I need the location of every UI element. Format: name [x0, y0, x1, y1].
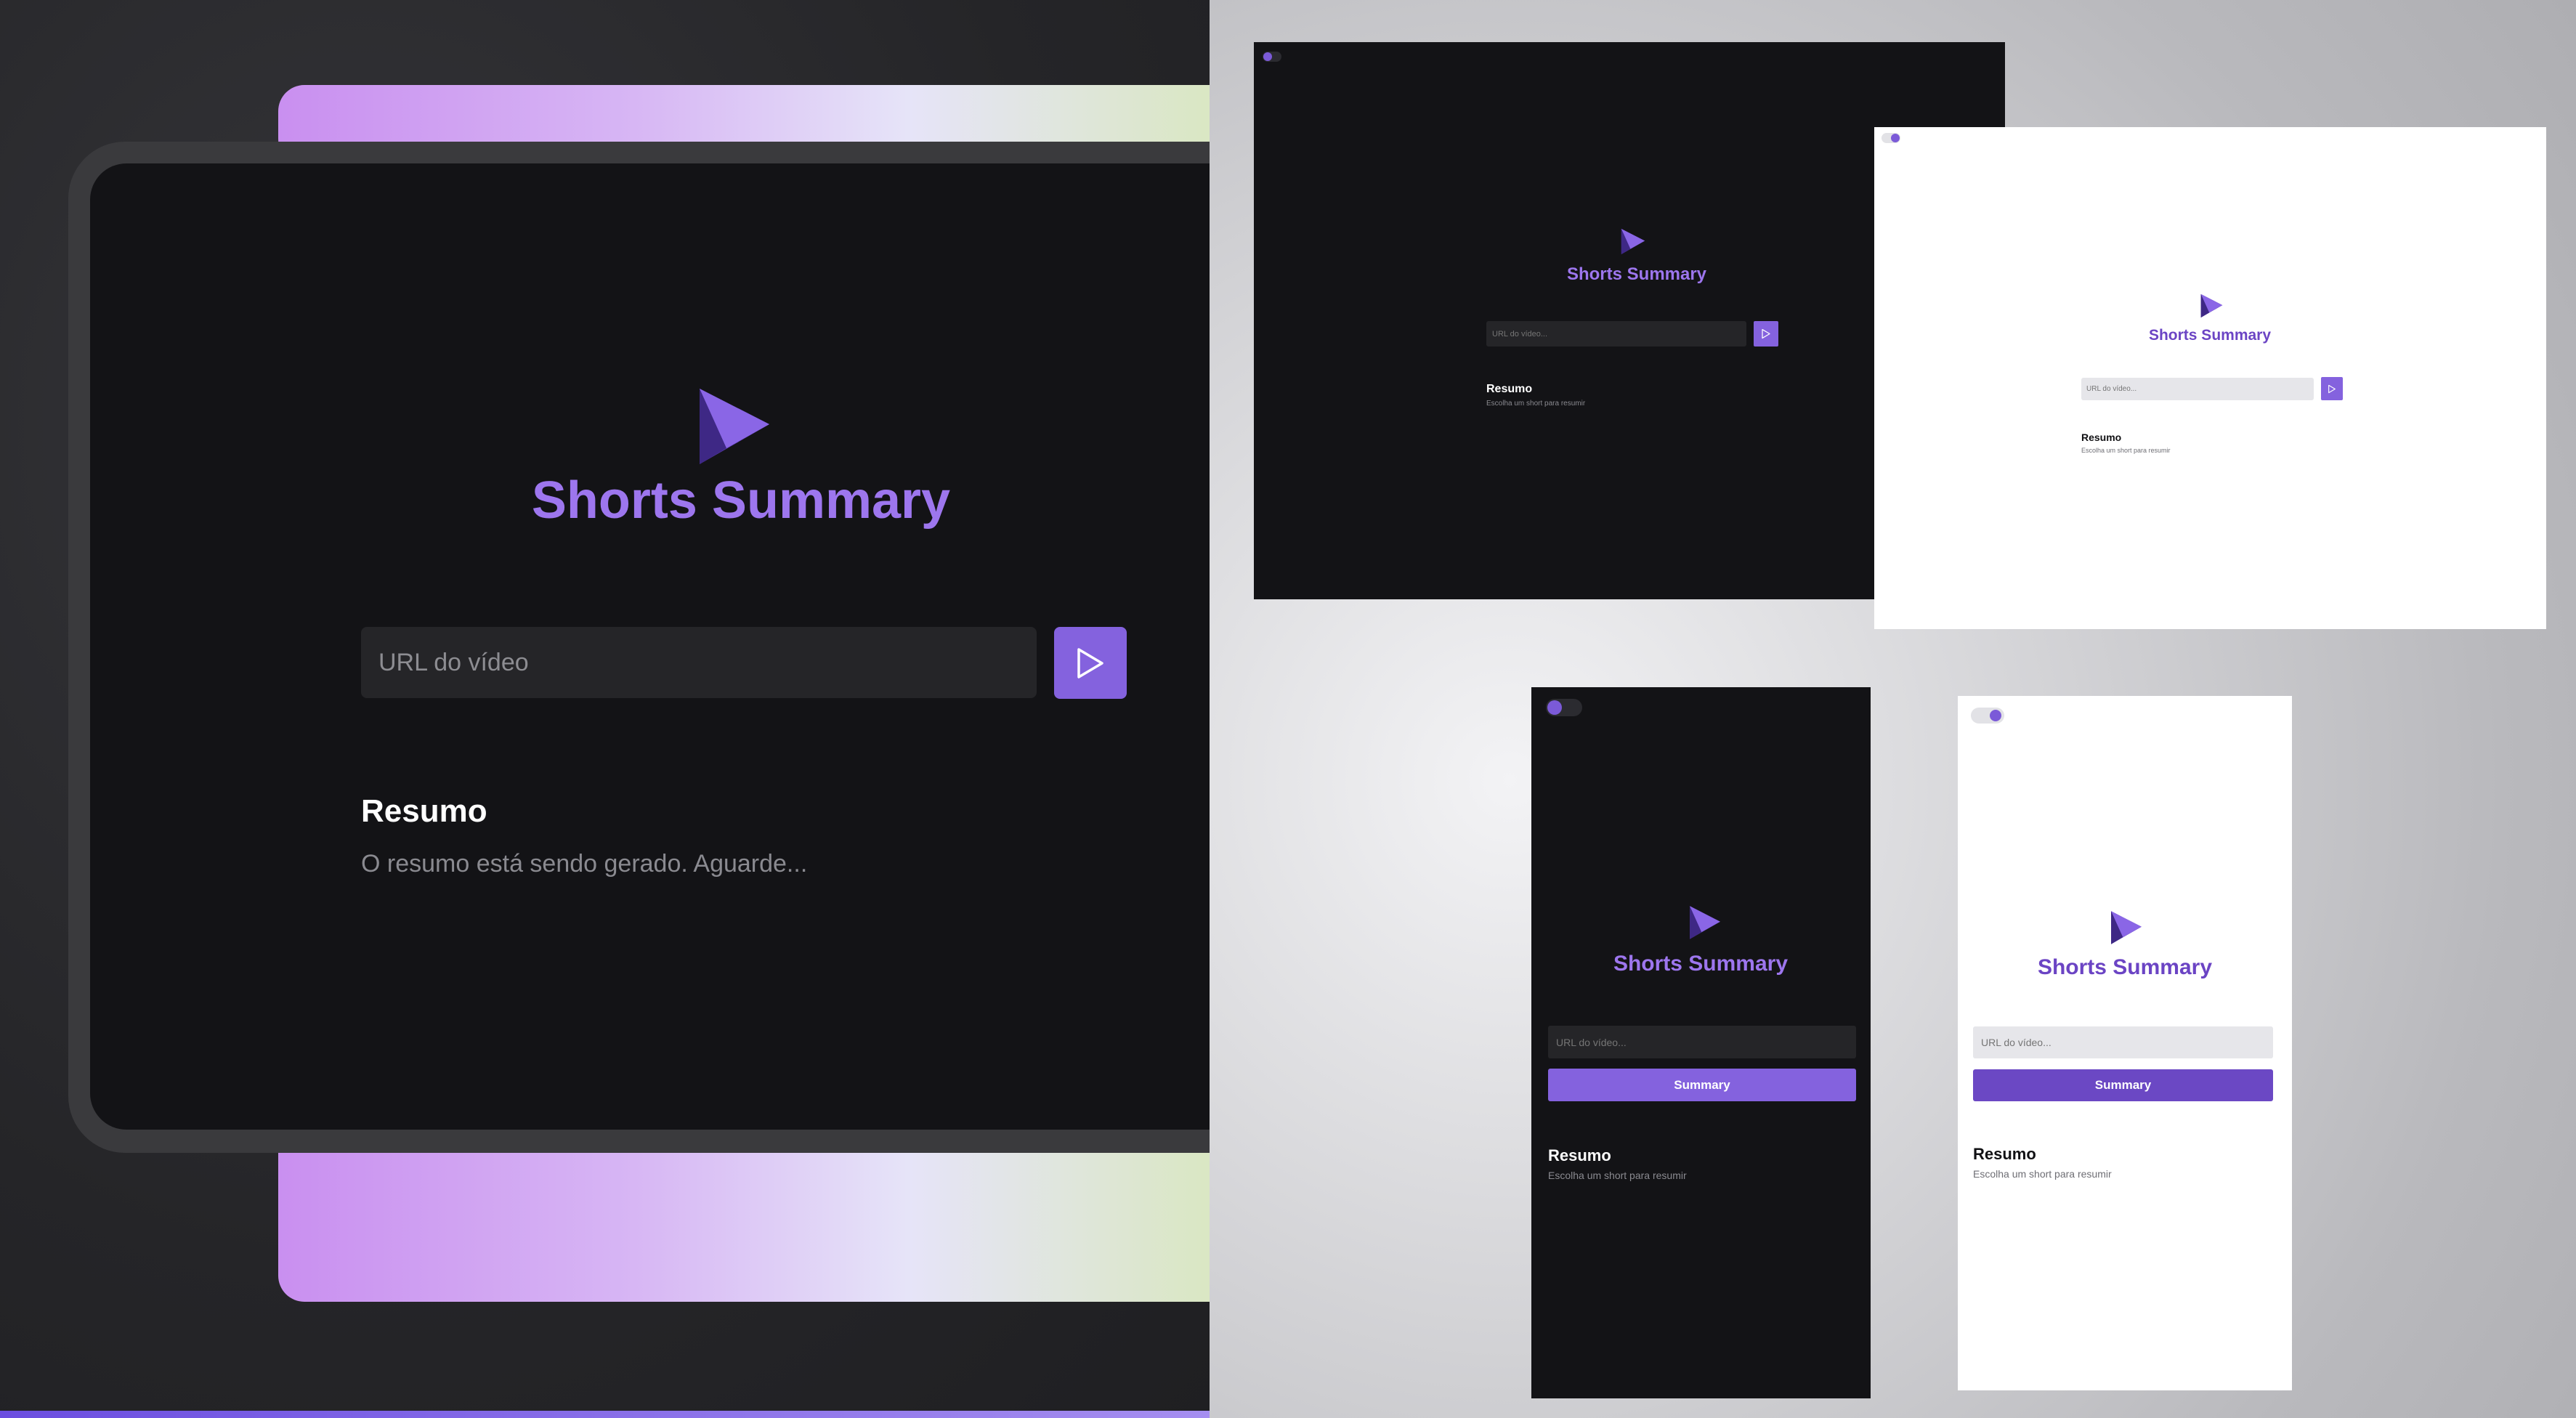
- play-logo-icon: [2111, 911, 2142, 944]
- mobile-light-screen: Shorts Summary Summary Resumo Escolha um…: [1958, 696, 2292, 1390]
- summary-button[interactable]: Summary: [1973, 1069, 2273, 1101]
- mobile-dark-screen: Shorts Summary Summary Resumo Escolha um…: [1531, 687, 1871, 1398]
- submit-button[interactable]: [2321, 377, 2343, 400]
- showcase-large-panel: Shorts Summary Resumo O resumo está send…: [0, 0, 1210, 1418]
- summary-status-text: Escolha um short para resumir: [1486, 400, 1586, 408]
- theme-toggle-icon: [1891, 134, 1900, 142]
- resumo-heading: Resumo: [1486, 383, 1533, 395]
- resumo-heading: Resumo: [2081, 432, 2122, 443]
- theme-toggle[interactable]: [1882, 133, 1900, 143]
- app-title: Shorts Summary: [531, 471, 951, 530]
- submit-button[interactable]: [1054, 627, 1127, 699]
- play-outline-icon: [2328, 384, 2336, 393]
- summary-status-text: Escolha um short para resumir: [1548, 1170, 1687, 1181]
- play-outline-icon: [1762, 328, 1770, 339]
- desktop-light-screen: Shorts Summary Resumo Escolha um short p…: [1874, 127, 2546, 629]
- submit-button[interactable]: [1754, 321, 1778, 347]
- summary-status-text: O resumo está sendo gerado. Aguarde...: [361, 850, 808, 878]
- summary-status-text: Escolha um short para resumir: [2081, 447, 2171, 454]
- video-url-input[interactable]: [1548, 1026, 1856, 1058]
- theme-toggle-icon: [1547, 700, 1562, 715]
- app-title: Shorts Summary: [1613, 952, 1789, 976]
- app-title: Shorts Summary: [1566, 264, 1707, 284]
- resumo-heading: Resumo: [361, 793, 487, 829]
- video-url-input[interactable]: [2081, 378, 2314, 400]
- accent-strip: [0, 1411, 1210, 1418]
- play-outline-icon: [1077, 647, 1103, 678]
- summary-button[interactable]: Summary: [1548, 1069, 1856, 1101]
- play-logo-icon: [2200, 293, 2223, 318]
- theme-toggle-icon: [1990, 710, 2001, 721]
- play-logo-icon: [700, 389, 769, 464]
- resumo-heading: Resumo: [1973, 1145, 2036, 1163]
- theme-toggle[interactable]: [1546, 699, 1582, 716]
- video-url-input[interactable]: [361, 627, 1037, 698]
- theme-toggle[interactable]: [1263, 52, 1281, 62]
- resumo-heading: Resumo: [1548, 1146, 1611, 1164]
- play-logo-icon: [1621, 229, 1645, 254]
- play-logo-icon: [1690, 906, 1720, 939]
- app-title: Shorts Summary: [2037, 955, 2213, 979]
- video-url-input[interactable]: [1486, 321, 1746, 347]
- video-url-input[interactable]: [1973, 1026, 2273, 1058]
- summary-status-text: Escolha um short para resumir: [1973, 1168, 2112, 1180]
- app-title: Shorts Summary: [2148, 327, 2272, 344]
- theme-toggle-icon: [1263, 52, 1272, 61]
- showcase-previews-panel: Shorts Summary Resumo Escolha um short p…: [1210, 0, 2576, 1418]
- theme-toggle[interactable]: [1971, 708, 2004, 724]
